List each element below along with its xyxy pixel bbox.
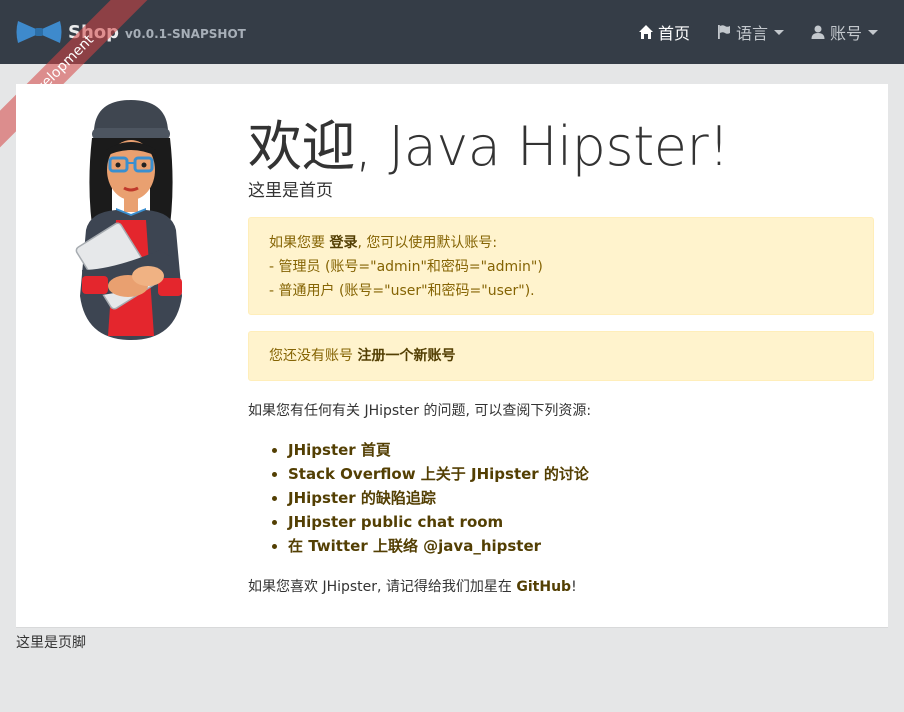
login-info-alert: 如果您要 登录, 您可以使用默认账号: - 管理员 (账号="admin"和密码… [248, 217, 874, 315]
github-suffix: ! [571, 579, 577, 595]
login-alert-prefix: 如果您要 [269, 235, 330, 251]
login-link[interactable]: 登录 [329, 235, 357, 251]
brand-name: Shop [68, 21, 120, 43]
navbar: Shop v0.0.1-SNAPSHOT 首页 语言 账号 [0, 0, 904, 64]
nav-account-dropdown[interactable]: 账号 [810, 20, 879, 44]
page-subtitle: 这里是首页 [248, 181, 333, 201]
register-alert-text: 您还没有账号 [269, 348, 358, 364]
flag-icon [718, 25, 730, 39]
github-prefix: 如果您喜欢 JHipster, 请记得给我们加星在 [248, 579, 517, 595]
login-alert-suffix: , 您可以使用默认账号: [357, 235, 498, 251]
nav-home[interactable]: 首页 [638, 20, 690, 44]
page-title: 欢迎, Java Hipster! [248, 115, 730, 178]
link-chat-room[interactable]: JHipster public chat room [288, 510, 589, 534]
register-link[interactable]: 注册一个新账号 [357, 348, 455, 364]
login-alert-line1: 如果您要 登录, 您可以使用默认账号: [269, 231, 853, 255]
user-icon [811, 25, 825, 39]
register-alert: 您还没有账号 注册一个新账号 [248, 331, 874, 381]
caret-down-icon [774, 29, 785, 35]
link-bug-tracker[interactable]: JHipster 的缺陷追踪 [288, 486, 589, 510]
nav-language-label: 语言 [736, 24, 769, 43]
home-icon [639, 25, 653, 39]
link-stack-overflow[interactable]: Stack Overflow 上关于 JHipster 的讨论 [288, 462, 589, 486]
github-star-text: 如果您喜欢 JHipster, 请记得给我们加星在 GitHub! [248, 576, 577, 596]
github-link[interactable]: GitHub [516, 579, 571, 595]
main-card: 欢迎, Java Hipster! 这里是首页 如果您要 登录, 您可以使用默认… [16, 84, 888, 628]
brand[interactable]: Shop v0.0.1-SNAPSHOT [16, 18, 246, 46]
resources-intro: 如果您有任何有关 JHipster 的问题, 可以查阅下列资源: [248, 403, 592, 419]
page-footer: 这里是页脚 [16, 635, 86, 651]
caret-down-icon [868, 29, 879, 35]
nav-account-label: 账号 [830, 24, 863, 43]
resource-links-list: JHipster 首頁 Stack Overflow 上关于 JHipster … [248, 438, 589, 558]
bowtie-logo-icon [16, 21, 62, 43]
nav-language-dropdown[interactable]: 语言 [716, 20, 785, 44]
link-twitter[interactable]: 在 Twitter 上联络 @java_hipster [288, 534, 589, 558]
link-jhipster-homepage[interactable]: JHipster 首頁 [288, 438, 589, 462]
nav-home-label: 首页 [658, 24, 691, 43]
admin-credentials-line: - 管理员 (账号="admin"和密码="admin") [269, 259, 543, 275]
user-credentials-line: - 普通用户 (账号="user"和密码="user"). [269, 283, 535, 299]
hipster-illustration [75, 100, 182, 340]
brand-version: v0.0.1-SNAPSHOT [125, 26, 246, 41]
